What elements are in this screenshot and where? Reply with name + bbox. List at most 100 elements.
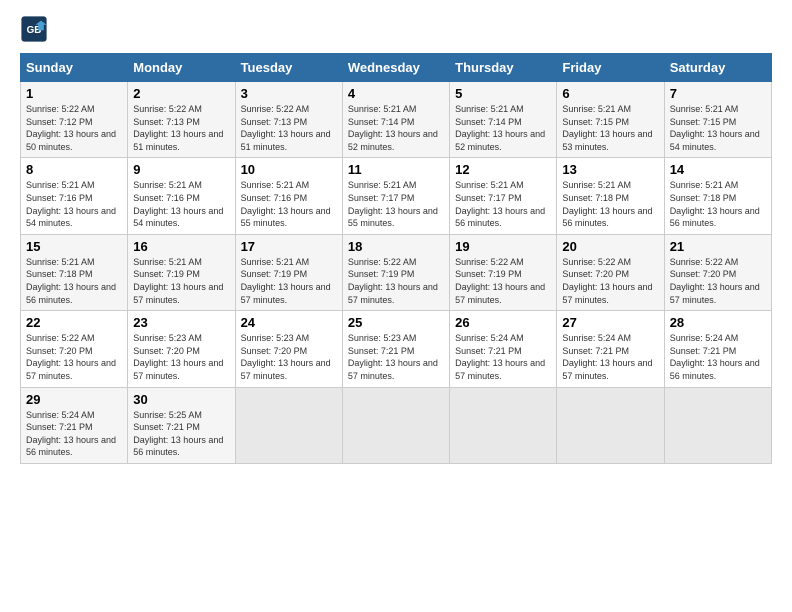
calendar-cell: 13 Sunrise: 5:21 AMSunset: 7:18 PMDaylig… xyxy=(557,158,664,234)
day-detail: Sunrise: 5:24 AMSunset: 7:21 PMDaylight:… xyxy=(670,332,766,382)
calendar-cell: 26 Sunrise: 5:24 AMSunset: 7:21 PMDaylig… xyxy=(450,311,557,387)
calendar-cell: 18 Sunrise: 5:22 AMSunset: 7:19 PMDaylig… xyxy=(342,234,449,310)
day-number: 29 xyxy=(26,392,122,407)
day-number: 3 xyxy=(241,86,337,101)
calendar-cell: 15 Sunrise: 5:21 AMSunset: 7:18 PMDaylig… xyxy=(21,234,128,310)
day-detail: Sunrise: 5:22 AMSunset: 7:12 PMDaylight:… xyxy=(26,103,122,153)
day-detail: Sunrise: 5:21 AMSunset: 7:19 PMDaylight:… xyxy=(241,256,337,306)
day-detail: Sunrise: 5:21 AMSunset: 7:17 PMDaylight:… xyxy=(348,179,444,229)
day-number: 15 xyxy=(26,239,122,254)
calendar-cell: 22 Sunrise: 5:22 AMSunset: 7:20 PMDaylig… xyxy=(21,311,128,387)
calendar-cell: 4 Sunrise: 5:21 AMSunset: 7:14 PMDayligh… xyxy=(342,82,449,158)
calendar-cell: 2 Sunrise: 5:22 AMSunset: 7:13 PMDayligh… xyxy=(128,82,235,158)
day-detail: Sunrise: 5:22 AMSunset: 7:13 PMDaylight:… xyxy=(133,103,229,153)
calendar-cell: 10 Sunrise: 5:21 AMSunset: 7:16 PMDaylig… xyxy=(235,158,342,234)
day-number: 6 xyxy=(562,86,658,101)
col-header-monday: Monday xyxy=(128,54,235,82)
day-detail: Sunrise: 5:21 AMSunset: 7:15 PMDaylight:… xyxy=(670,103,766,153)
calendar-cell: 7 Sunrise: 5:21 AMSunset: 7:15 PMDayligh… xyxy=(664,82,771,158)
logo-icon: GB xyxy=(20,15,48,43)
day-number: 20 xyxy=(562,239,658,254)
day-detail: Sunrise: 5:21 AMSunset: 7:17 PMDaylight:… xyxy=(455,179,551,229)
calendar-cell: 11 Sunrise: 5:21 AMSunset: 7:17 PMDaylig… xyxy=(342,158,449,234)
calendar-cell: 3 Sunrise: 5:22 AMSunset: 7:13 PMDayligh… xyxy=(235,82,342,158)
day-number: 23 xyxy=(133,315,229,330)
header-row: SundayMondayTuesdayWednesdayThursdayFrid… xyxy=(21,54,772,82)
logo: GB xyxy=(20,15,52,43)
calendar-cell: 30 Sunrise: 5:25 AMSunset: 7:21 PMDaylig… xyxy=(128,387,235,463)
day-number: 30 xyxy=(133,392,229,407)
calendar-row: 15 Sunrise: 5:21 AMSunset: 7:18 PMDaylig… xyxy=(21,234,772,310)
day-detail: Sunrise: 5:21 AMSunset: 7:18 PMDaylight:… xyxy=(26,256,122,306)
day-number: 11 xyxy=(348,162,444,177)
day-number: 28 xyxy=(670,315,766,330)
day-detail: Sunrise: 5:24 AMSunset: 7:21 PMDaylight:… xyxy=(455,332,551,382)
day-number: 24 xyxy=(241,315,337,330)
day-number: 22 xyxy=(26,315,122,330)
day-number: 13 xyxy=(562,162,658,177)
day-detail: Sunrise: 5:21 AMSunset: 7:15 PMDaylight:… xyxy=(562,103,658,153)
calendar-cell xyxy=(450,387,557,463)
calendar-cell: 24 Sunrise: 5:23 AMSunset: 7:20 PMDaylig… xyxy=(235,311,342,387)
calendar-cell: 6 Sunrise: 5:21 AMSunset: 7:15 PMDayligh… xyxy=(557,82,664,158)
calendar-cell: 29 Sunrise: 5:24 AMSunset: 7:21 PMDaylig… xyxy=(21,387,128,463)
col-header-wednesday: Wednesday xyxy=(342,54,449,82)
calendar-cell: 14 Sunrise: 5:21 AMSunset: 7:18 PMDaylig… xyxy=(664,158,771,234)
calendar-row: 8 Sunrise: 5:21 AMSunset: 7:16 PMDayligh… xyxy=(21,158,772,234)
calendar-cell xyxy=(557,387,664,463)
day-number: 14 xyxy=(670,162,766,177)
day-detail: Sunrise: 5:23 AMSunset: 7:21 PMDaylight:… xyxy=(348,332,444,382)
day-detail: Sunrise: 5:23 AMSunset: 7:20 PMDaylight:… xyxy=(133,332,229,382)
day-detail: Sunrise: 5:21 AMSunset: 7:19 PMDaylight:… xyxy=(133,256,229,306)
calendar-cell: 1 Sunrise: 5:22 AMSunset: 7:12 PMDayligh… xyxy=(21,82,128,158)
day-detail: Sunrise: 5:21 AMSunset: 7:14 PMDaylight:… xyxy=(455,103,551,153)
day-detail: Sunrise: 5:21 AMSunset: 7:14 PMDaylight:… xyxy=(348,103,444,153)
day-number: 17 xyxy=(241,239,337,254)
day-detail: Sunrise: 5:21 AMSunset: 7:16 PMDaylight:… xyxy=(241,179,337,229)
day-number: 19 xyxy=(455,239,551,254)
day-number: 25 xyxy=(348,315,444,330)
day-number: 21 xyxy=(670,239,766,254)
calendar-row: 29 Sunrise: 5:24 AMSunset: 7:21 PMDaylig… xyxy=(21,387,772,463)
calendar-cell: 20 Sunrise: 5:22 AMSunset: 7:20 PMDaylig… xyxy=(557,234,664,310)
col-header-saturday: Saturday xyxy=(664,54,771,82)
day-number: 10 xyxy=(241,162,337,177)
day-detail: Sunrise: 5:21 AMSunset: 7:16 PMDaylight:… xyxy=(26,179,122,229)
day-detail: Sunrise: 5:22 AMSunset: 7:19 PMDaylight:… xyxy=(348,256,444,306)
day-number: 18 xyxy=(348,239,444,254)
calendar-cell xyxy=(235,387,342,463)
day-detail: Sunrise: 5:22 AMSunset: 7:13 PMDaylight:… xyxy=(241,103,337,153)
calendar-row: 22 Sunrise: 5:22 AMSunset: 7:20 PMDaylig… xyxy=(21,311,772,387)
day-number: 5 xyxy=(455,86,551,101)
calendar-table: SundayMondayTuesdayWednesdayThursdayFrid… xyxy=(20,53,772,464)
calendar-cell: 25 Sunrise: 5:23 AMSunset: 7:21 PMDaylig… xyxy=(342,311,449,387)
calendar-cell: 28 Sunrise: 5:24 AMSunset: 7:21 PMDaylig… xyxy=(664,311,771,387)
col-header-sunday: Sunday xyxy=(21,54,128,82)
calendar-cell: 21 Sunrise: 5:22 AMSunset: 7:20 PMDaylig… xyxy=(664,234,771,310)
day-number: 7 xyxy=(670,86,766,101)
calendar-cell: 9 Sunrise: 5:21 AMSunset: 7:16 PMDayligh… xyxy=(128,158,235,234)
calendar-cell: 16 Sunrise: 5:21 AMSunset: 7:19 PMDaylig… xyxy=(128,234,235,310)
day-detail: Sunrise: 5:24 AMSunset: 7:21 PMDaylight:… xyxy=(562,332,658,382)
day-detail: Sunrise: 5:22 AMSunset: 7:20 PMDaylight:… xyxy=(26,332,122,382)
day-detail: Sunrise: 5:21 AMSunset: 7:16 PMDaylight:… xyxy=(133,179,229,229)
calendar-cell xyxy=(664,387,771,463)
day-detail: Sunrise: 5:23 AMSunset: 7:20 PMDaylight:… xyxy=(241,332,337,382)
calendar-cell: 27 Sunrise: 5:24 AMSunset: 7:21 PMDaylig… xyxy=(557,311,664,387)
day-detail: Sunrise: 5:22 AMSunset: 7:19 PMDaylight:… xyxy=(455,256,551,306)
day-detail: Sunrise: 5:24 AMSunset: 7:21 PMDaylight:… xyxy=(26,409,122,459)
day-detail: Sunrise: 5:22 AMSunset: 7:20 PMDaylight:… xyxy=(670,256,766,306)
calendar-cell xyxy=(342,387,449,463)
col-header-thursday: Thursday xyxy=(450,54,557,82)
day-number: 2 xyxy=(133,86,229,101)
calendar-cell: 23 Sunrise: 5:23 AMSunset: 7:20 PMDaylig… xyxy=(128,311,235,387)
header: GB xyxy=(20,15,772,43)
day-number: 9 xyxy=(133,162,229,177)
day-number: 12 xyxy=(455,162,551,177)
calendar-cell: 12 Sunrise: 5:21 AMSunset: 7:17 PMDaylig… xyxy=(450,158,557,234)
day-number: 1 xyxy=(26,86,122,101)
day-number: 27 xyxy=(562,315,658,330)
day-number: 4 xyxy=(348,86,444,101)
day-detail: Sunrise: 5:21 AMSunset: 7:18 PMDaylight:… xyxy=(562,179,658,229)
col-header-tuesday: Tuesday xyxy=(235,54,342,82)
